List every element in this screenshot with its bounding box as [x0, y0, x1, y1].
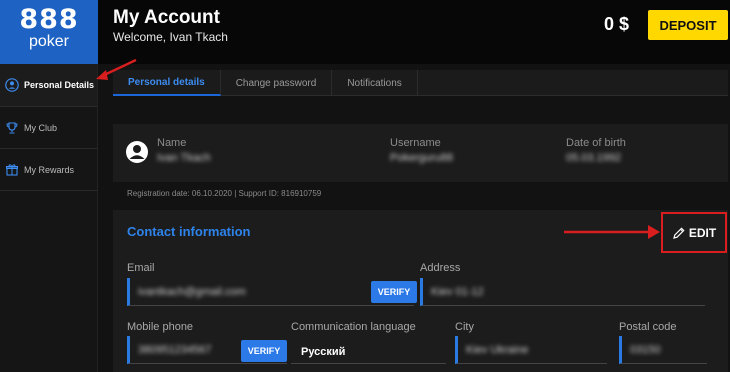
email-value: ivantkach@gmail.com	[138, 286, 246, 298]
language-value: Русский	[301, 346, 346, 358]
edit-button[interactable]: EDIT	[661, 212, 727, 253]
edit-label: EDIT	[688, 225, 717, 240]
tab-notifications[interactable]: Notifications	[332, 70, 418, 96]
postal-label: Postal code	[619, 321, 677, 333]
name-value: Ivan Tkach	[157, 152, 211, 164]
tab-change-password[interactable]: Change password	[221, 70, 333, 96]
city-value: Kiev Ukraine	[466, 344, 529, 356]
mobile-value: 380951234567	[138, 344, 212, 356]
trophy-icon	[5, 121, 19, 135]
postal-value: 03150	[630, 344, 661, 356]
username-value: Pokerguru88	[390, 152, 453, 164]
balance: 0 $	[604, 14, 630, 34]
postal-field[interactable]: 03150	[619, 336, 707, 364]
email-label: Email	[127, 262, 155, 274]
language-label: Communication language	[291, 321, 416, 333]
dob-value: 05.03.1992	[566, 152, 622, 164]
sidebar-item-my-rewards[interactable]: My Rewards	[0, 149, 97, 191]
username-label: Username	[390, 137, 441, 149]
address-label: Address	[420, 262, 461, 274]
name-label: Name	[157, 137, 187, 149]
sidebar-item-label: My Rewards	[24, 164, 75, 175]
verify-email-button[interactable]: VERIFY	[371, 281, 417, 303]
city-label: City	[455, 321, 474, 333]
avatar-icon	[126, 141, 148, 163]
contact-title: Contact information	[127, 224, 251, 239]
sidebar-item-label: My Club	[24, 122, 58, 133]
verify-phone-button[interactable]: VERIFY	[241, 340, 287, 362]
page-title: My Account	[113, 7, 220, 28]
mobile-label: Mobile phone	[127, 321, 194, 333]
city-field[interactable]: Kiev Ukraine	[455, 336, 607, 364]
sidebar-item-personal-details[interactable]: Personal Details	[0, 64, 97, 107]
address-field[interactable]: Kiev 01-12	[420, 278, 705, 306]
pencil-icon	[672, 226, 685, 239]
address-value: Kiev 01-12	[431, 286, 484, 298]
logo-number: 888	[19, 4, 79, 35]
sidebar-item-label: Personal Details	[24, 80, 95, 90]
registration-info: Registration date: 06.10.2020 | Support …	[127, 189, 322, 198]
gift-icon	[5, 163, 19, 177]
user-icon	[5, 78, 19, 92]
annotation-arrow-edit	[564, 225, 660, 239]
sidebar-item-my-club[interactable]: My Club	[0, 107, 97, 149]
annotation-arrow-sidebar	[96, 58, 137, 80]
welcome-text: Welcome, Ivan Tkach	[113, 30, 228, 44]
tab-bar: Personal details Change password Notific…	[113, 70, 728, 96]
logo[interactable]: 888 poker	[0, 0, 98, 64]
logo-word: poker	[28, 33, 70, 50]
deposit-button[interactable]: DEPOSIT	[648, 10, 728, 40]
dob-label: Date of birth	[566, 137, 626, 149]
sidebar: Personal Details My Club My Rewards	[0, 64, 98, 372]
